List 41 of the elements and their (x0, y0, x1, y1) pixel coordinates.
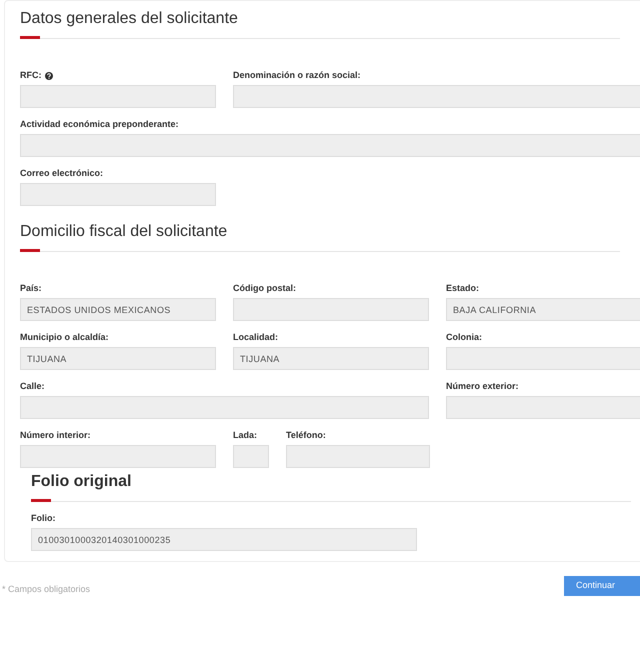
section-heading: Domicilio fiscal del solicitante (20, 222, 228, 242)
field-label: Número exterior: (446, 380, 519, 394)
input-field[interactable] (233, 85, 640, 108)
input-field[interactable] (20, 445, 216, 468)
field-label: Calle: (20, 380, 45, 394)
heading-accent (31, 499, 51, 502)
heading-accent (20, 36, 40, 39)
input-field[interactable]: 0100301000320140301000235 (31, 528, 417, 551)
field-label: Actividad económica preponderante: (20, 118, 179, 132)
field-label: País: (20, 282, 42, 296)
help-icon[interactable] (44, 72, 52, 80)
input-field[interactable] (20, 134, 640, 157)
field-label: Correo electrónico: (20, 167, 104, 180)
input-field[interactable] (286, 445, 430, 468)
input-field[interactable] (20, 396, 429, 419)
field-label: RFC: (20, 69, 42, 82)
field-label: Folio: (31, 512, 56, 526)
field-label: Estado: (446, 282, 480, 296)
input-field[interactable] (233, 298, 429, 321)
section-heading: Datos generales del solicitante (20, 9, 238, 29)
input-field[interactable]: BAJA CALIFORNIA (446, 298, 640, 321)
input-field[interactable] (20, 85, 216, 108)
field-label: Denominación o razón social: (233, 69, 361, 82)
field-label: Código postal: (233, 282, 296, 296)
continue-button[interactable]: Continuar (564, 576, 640, 596)
input-field[interactable] (20, 183, 216, 206)
input-field[interactable] (446, 347, 640, 370)
field-label: Localidad: (233, 331, 278, 344)
required-fields-note: * Campos obligatorios (2, 582, 90, 596)
field-label: Lada: (233, 429, 258, 442)
heading-accent (20, 249, 40, 252)
section-heading: Folio original (31, 472, 132, 492)
input-field[interactable]: ESTADOS UNIDOS MEXICANOS (20, 298, 216, 321)
field-label: Teléfono: (286, 429, 326, 442)
input-field[interactable] (233, 445, 269, 468)
field-label: Municipio o alcaldía: (20, 331, 109, 344)
input-field[interactable] (446, 396, 640, 419)
input-field[interactable]: TIJUANA (233, 347, 429, 370)
field-label: Número interior: (20, 429, 91, 442)
field-label: Colonia: (446, 331, 482, 344)
input-field[interactable]: TIJUANA (20, 347, 216, 370)
